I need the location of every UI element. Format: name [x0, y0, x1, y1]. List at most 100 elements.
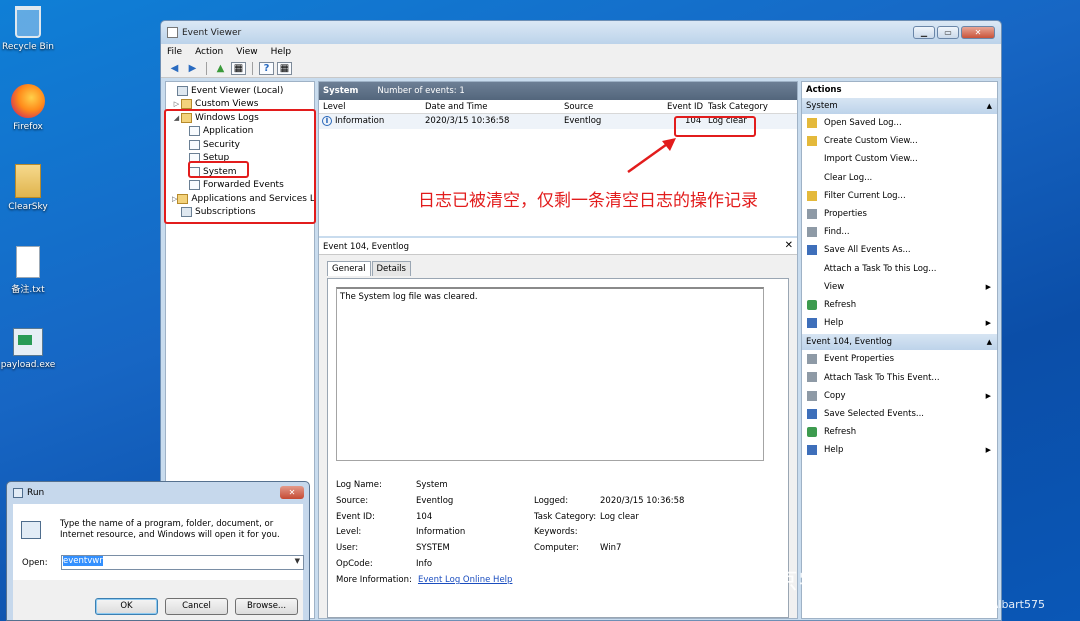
pane-splitter[interactable] [319, 236, 797, 238]
expand-icon[interactable]: ▷ [172, 100, 181, 108]
action-label: Event Properties [824, 354, 895, 365]
desktop-icon-label: Recycle Bin [2, 42, 54, 52]
event-level: Information [335, 116, 385, 126]
action-label: View [824, 281, 845, 292]
forward-icon[interactable]: ▶ [185, 62, 200, 75]
action-event-properties[interactable]: Event Properties [802, 350, 997, 368]
close-detail-icon[interactable]: ✕ [785, 240, 793, 251]
action-open-saved-log[interactable]: Open Saved Log... [802, 114, 997, 132]
desktop-icon-clearsky[interactable]: ClearSky [0, 164, 56, 212]
column-task-category[interactable]: Task Category [708, 102, 768, 112]
up-folder-icon[interactable]: ▲ [213, 62, 228, 75]
action-import-custom-view[interactable]: Import Custom View... [802, 150, 997, 168]
maximize-button[interactable]: ▭ [937, 26, 959, 39]
action-create-custom-view[interactable]: Create Custom View... [802, 132, 997, 150]
run-close-button[interactable]: ✕ [280, 486, 304, 499]
run-input-value: eventvwr [63, 556, 103, 566]
action-find[interactable]: Find... [802, 223, 997, 241]
desktop-icon-firefox[interactable]: Firefox [0, 84, 56, 132]
action-save-all-events[interactable]: Save All Events As... [802, 241, 997, 259]
action-clear-log[interactable]: Clear Log... [802, 169, 997, 187]
help-icon[interactable]: ? [259, 62, 274, 75]
information-icon: i [322, 116, 332, 126]
action-view[interactable]: View ▶ [802, 278, 997, 296]
action-help-event[interactable]: Help ▶ [802, 441, 997, 459]
prop-label: Source: [336, 496, 369, 506]
menu-file[interactable]: File [167, 47, 182, 57]
event-datetime: 2020/3/15 10:36:58 [425, 116, 510, 126]
column-event-id[interactable]: Event ID [667, 102, 703, 112]
help-icon [807, 318, 817, 329]
action-refresh[interactable]: Refresh [802, 296, 997, 314]
collapse-section-icon[interactable]: ▲ [987, 338, 992, 346]
desktop-icon-notes-txt[interactable]: 备注.txt [0, 246, 56, 295]
actions-section-system[interactable]: System ▲ [802, 98, 997, 114]
run-body: Type the name of a program, folder, docu… [13, 504, 304, 620]
annotation-arrow-icon [627, 138, 676, 174]
ok-button[interactable]: OK [95, 598, 158, 615]
collapse-section-icon[interactable]: ▲ [987, 102, 992, 110]
menu-action[interactable]: Action [195, 47, 223, 57]
tab-details[interactable]: Details [371, 261, 411, 276]
save-icon [807, 408, 817, 419]
action-help[interactable]: Help ▶ [802, 314, 997, 332]
tree-item-label: Custom Views [195, 99, 259, 110]
browse-button[interactable]: Browse... [235, 598, 298, 615]
action-label: Open Saved Log... [824, 118, 902, 129]
close-button[interactable]: ✕ [961, 26, 995, 39]
prop-value-log-name: System [416, 480, 448, 490]
column-level[interactable]: Level [323, 102, 345, 112]
prop-value-task-category: Log clear [600, 512, 639, 522]
actions-title: Actions [806, 85, 842, 95]
show-hide-action-pane-icon[interactable]: ▦ [277, 62, 292, 75]
action-properties[interactable]: Properties [802, 205, 997, 223]
column-source[interactable]: Source [564, 102, 593, 112]
back-icon[interactable]: ◀ [167, 62, 182, 75]
run-open-input[interactable]: eventvwr ▼ [61, 555, 304, 570]
minimize-button[interactable]: ▁ [913, 26, 935, 39]
toolbar-separator [206, 62, 207, 75]
dropdown-arrow-icon[interactable]: ▼ [295, 557, 300, 565]
prop-label: Computer: [534, 543, 579, 553]
submenu-arrow-icon: ▶ [985, 446, 991, 455]
prop-value-level: Information [416, 527, 466, 537]
event-log-online-help-link[interactable]: Event Log Online Help [418, 575, 512, 585]
desktop-icon-recycle-bin[interactable]: Recycle Bin [0, 6, 56, 52]
tab-general[interactable]: General [327, 261, 371, 276]
prop-value-opcode: Info [416, 559, 433, 569]
action-label: Find... [824, 227, 850, 238]
action-save-selected-events[interactable]: Save Selected Events... [802, 405, 997, 423]
show-hide-tree-icon[interactable]: ▦ [231, 62, 246, 75]
action-attach-task-to-log[interactable]: Attach a Task To this Log... [802, 260, 997, 278]
prop-label: Keywords: [534, 527, 578, 537]
folder-icon [15, 164, 41, 198]
column-date-time[interactable]: Date and Time [425, 102, 488, 112]
action-label: Save Selected Events... [824, 408, 924, 419]
section-title: System [806, 101, 838, 111]
action-attach-task-to-event[interactable]: Attach Task To This Event... [802, 368, 997, 386]
prop-label: Logged: [534, 496, 569, 506]
actions-section-event[interactable]: Event 104, Eventlog ▲ [802, 334, 997, 351]
event-message: The System log file was cleared. [336, 287, 764, 461]
cancel-button[interactable]: Cancel [165, 598, 228, 615]
filter-icon [807, 136, 817, 147]
annotation-box-event-id [674, 116, 756, 137]
run-title-bar[interactable]: Run [7, 482, 309, 504]
menu-help[interactable]: Help [271, 47, 292, 57]
action-copy[interactable]: Copy ▶ [802, 387, 997, 405]
open-label: Open: [22, 558, 48, 568]
action-refresh-event[interactable]: Refresh [802, 423, 997, 441]
text-file-icon [16, 246, 40, 278]
title-bar[interactable]: Event Viewer ▁ ▭ ✕ [161, 21, 1001, 44]
recycle-bin-icon [15, 6, 41, 38]
prop-value-source: Eventlog [416, 496, 454, 506]
tree-item-label: Event Viewer (Local) [191, 85, 284, 96]
action-filter-current-log[interactable]: Filter Current Log... [802, 187, 997, 205]
run-program-icon [21, 521, 41, 539]
action-label: Attach a Task To this Log... [824, 263, 937, 274]
desktop-icon-payload-exe[interactable]: payload.exe [0, 328, 56, 370]
desktop-icon-label: Firefox [13, 122, 43, 132]
menu-view[interactable]: View [236, 47, 257, 57]
action-label: Clear Log... [824, 172, 873, 183]
tree-item-event-viewer-local[interactable]: Event Viewer (Local) [166, 84, 314, 98]
